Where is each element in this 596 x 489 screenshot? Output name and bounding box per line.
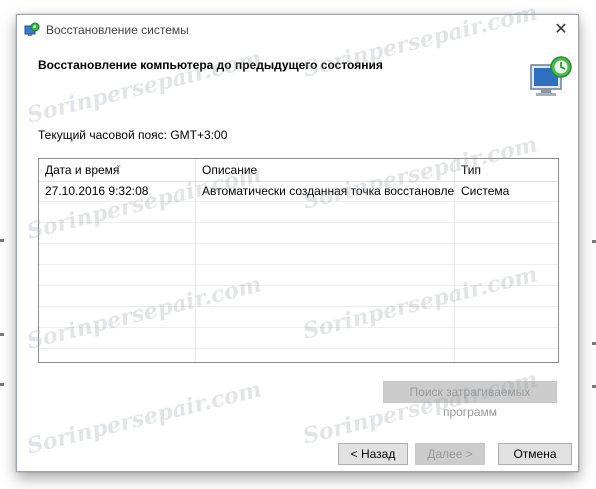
- column-header-date[interactable]: Дата и время ⌄: [39, 159, 195, 181]
- page-title: Восстановление компьютера до предыдущего…: [38, 58, 383, 72]
- empty-row: [39, 202, 558, 223]
- background-mark: [0, 333, 4, 336]
- system-restore-small-icon: [24, 22, 40, 38]
- row-type: Система: [461, 184, 510, 198]
- background-mark: [592, 385, 596, 388]
- sort-caret-icon: ⌄: [115, 159, 123, 169]
- window-title: Восстановление системы: [46, 23, 189, 37]
- row-description: Автоматически созданная точка восстановл…: [202, 184, 454, 198]
- cancel-button[interactable]: Отмена: [498, 443, 572, 465]
- row-date: 27.10.2016 9:32:08: [45, 184, 149, 198]
- close-icon[interactable]: ✕: [544, 15, 578, 45]
- column-header-date-label: Дата и время: [45, 163, 120, 177]
- timezone-label: Текущий часовой пояс: GMT+3:00: [38, 128, 228, 142]
- empty-row: [39, 328, 558, 349]
- title-bar[interactable]: Восстановление системы ✕: [17, 15, 578, 45]
- column-header-description[interactable]: Описание: [196, 159, 454, 181]
- back-button[interactable]: < Назад: [338, 443, 408, 465]
- empty-row: [39, 307, 558, 328]
- empty-row: [39, 265, 558, 286]
- table-row[interactable]: 27.10.2016 9:32:08 Автоматически созданн…: [39, 181, 558, 202]
- background-mark: [0, 383, 4, 386]
- next-button[interactable]: Далее >: [415, 443, 485, 465]
- empty-row: [39, 286, 558, 307]
- background-mark: [592, 240, 596, 243]
- background-mark: [592, 342, 596, 345]
- system-restore-window: Восстановление системы ✕ Восстановление …: [16, 14, 579, 472]
- restore-points-table[interactable]: Дата и время ⌄ Описание Тип 27.10.2016 9…: [38, 158, 559, 363]
- background-mark: [0, 239, 4, 242]
- empty-row: [39, 223, 558, 244]
- system-restore-icon: [527, 53, 577, 103]
- column-header-type[interactable]: Тип: [455, 159, 558, 181]
- table-header: Дата и время ⌄ Описание Тип: [39, 159, 558, 182]
- empty-row: [39, 244, 558, 265]
- scan-affected-programs-button[interactable]: Поиск затрагиваемых программ: [383, 381, 557, 419]
